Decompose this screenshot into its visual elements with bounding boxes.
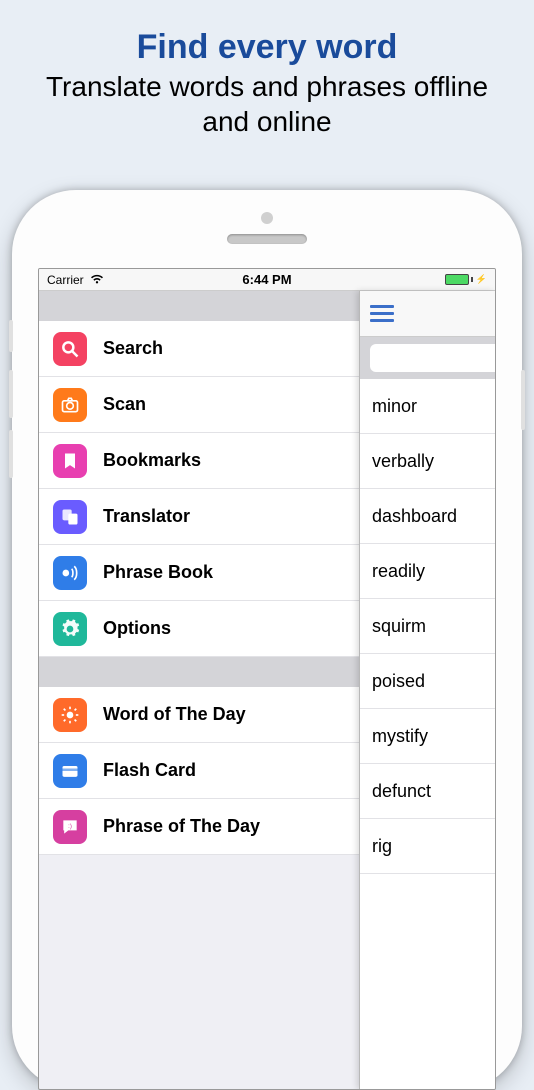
word-item[interactable]: dashboard [360,489,495,544]
status-bar: Carrier 6:44 PM ⚡ [39,269,495,291]
speak-icon [53,556,87,590]
menu-item-label: Flash Card [103,760,196,781]
wifi-icon [90,273,104,287]
clock: 6:44 PM [242,272,291,287]
phone-frame: Carrier 6:44 PM ⚡ Search Scan Bookmarks Tra… [12,190,522,1090]
search-input[interactable] [370,344,496,372]
sun-icon [53,698,87,732]
menu-icon[interactable] [370,305,394,322]
menu-item-label: Search [103,338,163,359]
search-icon [53,332,87,366]
screen: Carrier 6:44 PM ⚡ Search Scan Bookmarks Tra… [38,268,496,1090]
word-item[interactable]: defunct [360,764,495,819]
word-item[interactable]: readily [360,544,495,599]
promo-title: Find every word [20,28,514,67]
panel-header [360,291,495,337]
menu-item-label: Word of The Day [103,704,246,725]
camera-icon [53,388,87,422]
bubble-icon: :) [53,810,87,844]
word-item[interactable]: mystify [360,709,495,764]
menu-item-label: Phrase Book [103,562,213,583]
gear-icon [53,612,87,646]
word-panel: minorverballydashboardreadilysquirmpoise… [359,291,495,1089]
menu-item-label: Bookmarks [103,450,201,471]
promo-subtitle: Translate words and phrases offline and … [20,69,514,139]
battery-icon: ⚡ [445,274,487,285]
card-icon [53,754,87,788]
menu-item-label: Options [103,618,171,639]
translator-icon [53,500,87,534]
bookmark-icon [53,444,87,478]
word-item[interactable]: minor [360,379,495,434]
menu-item-label: Translator [103,506,190,527]
word-item[interactable]: squirm [360,599,495,654]
word-item[interactable]: rig [360,819,495,874]
word-item[interactable]: verbally [360,434,495,489]
menu-item-label: Phrase of The Day [103,816,260,837]
svg-text::): :) [68,822,72,829]
menu-item-label: Scan [103,394,146,415]
word-item[interactable]: poised [360,654,495,709]
carrier-label: Carrier [47,273,84,287]
